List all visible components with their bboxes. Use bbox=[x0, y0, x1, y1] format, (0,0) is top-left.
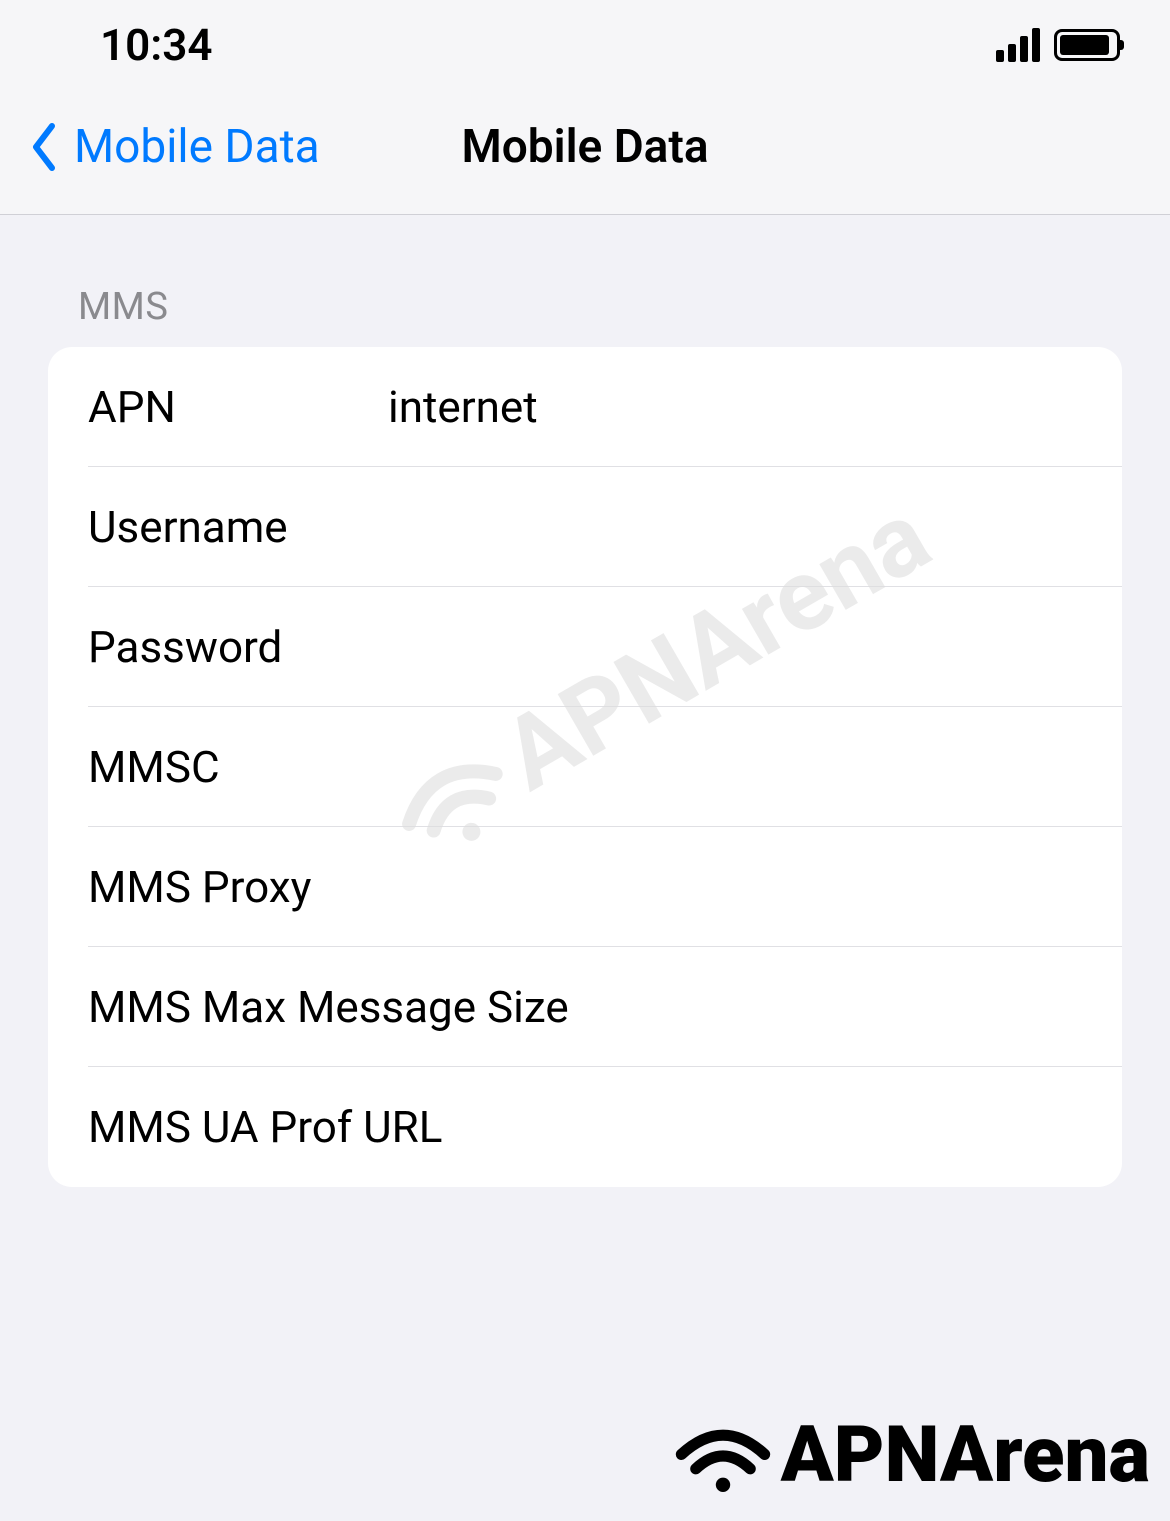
footer-watermark-text: APNArena bbox=[781, 1410, 1150, 1501]
status-bar: 10:34 bbox=[0, 0, 1170, 90]
status-time: 10:34 bbox=[100, 19, 213, 71]
mmsc-input[interactable] bbox=[388, 741, 1082, 793]
username-label: Username bbox=[88, 501, 388, 553]
mms-max-size-label: MMS Max Message Size bbox=[88, 981, 569, 1033]
footer-watermark: APNArena bbox=[673, 1390, 1170, 1521]
mms-ua-prof-label: MMS UA Prof URL bbox=[88, 1101, 442, 1153]
mms-ua-prof-input[interactable] bbox=[442, 1101, 1082, 1153]
status-indicators bbox=[996, 28, 1120, 62]
username-row[interactable]: Username bbox=[48, 467, 1122, 587]
apn-row[interactable]: APN bbox=[48, 347, 1122, 467]
apn-input[interactable] bbox=[388, 381, 1082, 433]
navigation-bar: Mobile Data Mobile Data bbox=[0, 90, 1170, 215]
password-label: Password bbox=[88, 621, 388, 673]
mmsc-label: MMSC bbox=[88, 741, 388, 793]
content-area: MMS APN Username Password MMSC MMS Proxy bbox=[0, 215, 1170, 1187]
mmsc-row[interactable]: MMSC bbox=[48, 707, 1122, 827]
mms-proxy-label: MMS Proxy bbox=[88, 861, 388, 913]
back-button[interactable]: Mobile Data bbox=[30, 120, 320, 174]
section-header: MMS bbox=[48, 285, 1122, 329]
mms-proxy-row[interactable]: MMS Proxy bbox=[48, 827, 1122, 947]
apn-label: APN bbox=[88, 381, 388, 433]
password-row[interactable]: Password bbox=[48, 587, 1122, 707]
page-title: Mobile Data bbox=[461, 120, 708, 174]
cellular-signal-icon bbox=[996, 28, 1040, 62]
mms-max-size-input[interactable] bbox=[569, 981, 1122, 1033]
password-input[interactable] bbox=[388, 621, 1082, 673]
wifi-icon bbox=[673, 1416, 773, 1496]
battery-icon bbox=[1054, 29, 1120, 61]
chevron-back-icon bbox=[30, 122, 60, 172]
back-label: Mobile Data bbox=[74, 120, 320, 174]
mms-proxy-input[interactable] bbox=[388, 861, 1082, 913]
mms-ua-prof-row[interactable]: MMS UA Prof URL bbox=[48, 1067, 1122, 1187]
mms-max-size-row[interactable]: MMS Max Message Size bbox=[48, 947, 1122, 1067]
username-input[interactable] bbox=[388, 501, 1082, 553]
settings-group: APN Username Password MMSC MMS Proxy MMS… bbox=[48, 347, 1122, 1187]
